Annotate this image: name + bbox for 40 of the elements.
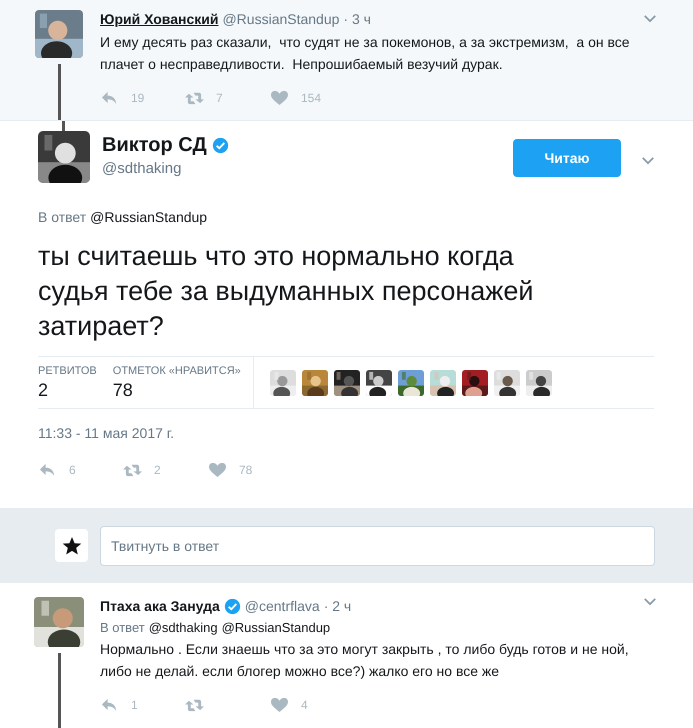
mention-link[interactable]: @RussianStandup [222, 620, 330, 635]
stat-label: ОТМЕТОК «НРАВИТСЯ» [112, 364, 241, 376]
stat-label: РЕТВИТОВ [38, 364, 97, 376]
action-count: 6 [69, 462, 76, 476]
stat-count[interactable]: 78 [112, 380, 241, 400]
action-count: 2 [154, 462, 161, 476]
heart-icon[interactable] [270, 89, 289, 106]
user-name[interactable]: Юрий Хованский [100, 11, 218, 27]
user-name[interactable]: Птаха ака Зануда [100, 598, 220, 614]
action-count: 19 [131, 90, 144, 104]
tweet-timestamp: 11:33 - 11 мая 2017 г. [38, 425, 176, 441]
reply-icon[interactable] [100, 89, 119, 106]
mention-link[interactable]: @RussianStandup [90, 209, 208, 225]
user-handle[interactable]: @RussianStandup [222, 11, 340, 27]
action-count: 7 [216, 90, 223, 104]
reply-label: В ответ [38, 209, 86, 225]
action-count: 154 [301, 90, 322, 104]
user-handle[interactable]: @centrflava [244, 598, 320, 614]
reply-icon[interactable] [38, 461, 57, 478]
tweet-time[interactable]: · 2 ч [324, 598, 352, 614]
stat-count[interactable]: 2 [38, 380, 97, 400]
chevron-icon[interactable] [643, 597, 657, 606]
action-count: 4 [301, 698, 308, 712]
heart-icon[interactable] [208, 461, 227, 478]
user-handle[interactable]: @sdthaking [102, 160, 513, 177]
tweet-time[interactable]: · 3 ч [343, 11, 371, 27]
heart-icon[interactable] [270, 696, 289, 713]
action-count: 1 [131, 698, 138, 712]
action-count: 78 [239, 462, 252, 476]
user-name[interactable]: Виктор СД [102, 134, 207, 157]
chevron-icon[interactable] [643, 14, 657, 23]
mention-link[interactable]: @sdthaking [148, 620, 218, 635]
reply-icon[interactable] [100, 696, 119, 713]
reply-field[interactable]: Твитнуть в ответ [100, 526, 655, 566]
reply-label: В ответ [100, 620, 145, 635]
star-icon [62, 536, 82, 556]
tweet-text: И ему десять раз сказали, что судят не за покемонов, а за экстремизм, а он все плачет о несправедливости. Непрошибаемый везучий дурак. [100, 33, 630, 74]
tweet-text: Нормально . Если знаешь что за это могут закрыть , то либо будь готов и не ной, либо не делай. если блогер можно все?) жалко его но все же [100, 640, 630, 681]
tweet-text: ты считаешь что это нормально когда судья тебе за выдуманных персонажей затирает? [38, 240, 534, 343]
chevron-icon[interactable] [641, 156, 655, 165]
